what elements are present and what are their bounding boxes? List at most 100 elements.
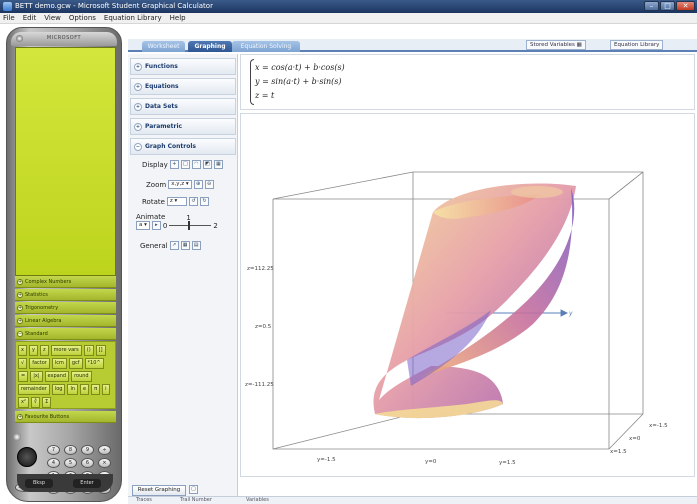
zoom-in-icon[interactable]: ⊕ [193, 180, 203, 189]
standard-key[interactable]: x [18, 345, 27, 356]
rotate-ccw-icon[interactable]: ↺ [188, 197, 198, 206]
trace-icon[interactable]: ↗ [169, 241, 179, 250]
rotate-cw-icon[interactable]: ↻ [199, 197, 209, 206]
backspace-button[interactable]: Bksp [25, 479, 53, 488]
menu-statistics[interactable]: + Statistics [15, 289, 116, 301]
slider-thumb[interactable] [188, 221, 191, 230]
axes-icon[interactable]: + [169, 160, 179, 169]
menu-options[interactable]: Options [69, 13, 96, 23]
z-label-bottom: z=-111.25 [245, 382, 274, 388]
y-label-right: y=1.5 [499, 460, 516, 466]
keypad-key[interactable]: 4 [47, 458, 60, 468]
zoom-select[interactable]: x,y,z ▾ [168, 180, 192, 189]
standard-key[interactable]: z [39, 345, 49, 356]
tab-traces[interactable]: Traces [136, 497, 152, 504]
export-icon[interactable]: ▢ [189, 485, 198, 494]
y-label-left: y=-1.5 [317, 457, 336, 463]
standard-key[interactable]: ∛ [30, 397, 41, 408]
menu-file[interactable]: File [3, 13, 15, 23]
keypad-key[interactable]: 7 [47, 445, 60, 455]
display-row: Display + □ ◠ ◩ ▦ [142, 160, 223, 169]
standard-key[interactable]: √ [18, 358, 28, 369]
rotate-select[interactable]: z ▾ [166, 197, 187, 206]
standard-key[interactable]: [] [95, 345, 106, 356]
maximize-button[interactable]: □ [660, 1, 675, 11]
surface-icon[interactable]: ◠ [191, 160, 201, 169]
tab-worksheet[interactable]: Worksheet [142, 41, 185, 52]
menu-trigonometry[interactable]: + Trigonometry [15, 302, 116, 314]
keypad-key[interactable]: 5 [64, 458, 77, 468]
graph-3d-view[interactable]: z=112.25 z=0.5 z=-111.25 y y=-1.5 y=0 y=… [240, 113, 695, 477]
color-icon[interactable]: ◩ [202, 160, 212, 169]
table-icon[interactable]: ▦ [180, 241, 190, 250]
menu-favourite-buttons[interactable]: + Favourite Buttons [15, 411, 116, 423]
rotate-row: Rotate z ▾ ↺ ↻ [142, 197, 209, 206]
section-data-sets[interactable]: + Data Sets [130, 98, 236, 115]
bottom-tab-strip: Traces Trail Number Variables [128, 496, 697, 504]
animate-slider[interactable]: 1 [169, 214, 212, 230]
standard-key[interactable]: remainder [18, 384, 50, 395]
grid-icon[interactable]: ▦ [213, 160, 223, 169]
y-axis-label: y [568, 310, 573, 317]
section-graph-controls[interactable]: − Graph Controls [130, 138, 236, 155]
keypad-key[interactable]: × [98, 458, 111, 468]
reset-graphing-tab-button[interactable]: Reset Graphing Tab [132, 485, 186, 502]
menu-edit[interactable]: Edit [23, 13, 37, 23]
tab-variables[interactable]: Variables [246, 497, 269, 504]
keypad-key[interactable]: 6 [81, 458, 94, 468]
graph-canvas[interactable]: z=112.25 z=0.5 z=-111.25 y y=-1.5 y=0 y=… [241, 114, 696, 478]
animate-variable-select[interactable]: a ▾ [136, 221, 150, 230]
settings-icon[interactable]: ▤ [191, 241, 201, 250]
menu-standard[interactable]: − Standard [15, 328, 116, 340]
standard-key[interactable]: log [51, 384, 66, 395]
standard-key[interactable]: more vars [50, 345, 82, 356]
calculator-screen [15, 47, 116, 276]
standard-key[interactable]: lcm [51, 358, 67, 369]
tab-equation-solving[interactable]: Equation Solving [232, 41, 300, 52]
direction-pad[interactable] [17, 447, 37, 467]
zoom-out-icon[interactable]: ⊖ [204, 180, 214, 189]
standard-key[interactable]: *10^ [84, 358, 104, 369]
standard-key[interactable]: gcf [68, 358, 83, 369]
x-label-mid: x=0 [629, 436, 641, 442]
keypad-key[interactable]: ÷ [98, 445, 111, 455]
enter-button[interactable]: Enter [73, 479, 101, 488]
minimize-button[interactable]: – [644, 1, 659, 11]
equation-library-button[interactable]: Equation Library [610, 40, 664, 50]
keypad-key[interactable]: 9 [81, 445, 94, 455]
standard-key[interactable]: ln [67, 384, 79, 395]
standard-key[interactable]: π [91, 384, 101, 395]
standard-key[interactable]: x² [18, 397, 29, 408]
power-icon[interactable] [13, 433, 21, 441]
standard-key[interactable]: |x| [30, 371, 43, 382]
standard-key[interactable]: y [28, 345, 38, 356]
play-icon[interactable]: ▸ [151, 221, 161, 230]
standard-key[interactable]: = [18, 371, 29, 382]
window-title: BETT demo.gcw - Microsoft Student Graphi… [15, 2, 213, 10]
keypad-key[interactable]: 8 [64, 445, 77, 455]
menu-view[interactable]: View [44, 13, 61, 23]
standard-key[interactable]: i [102, 384, 110, 395]
menu-linear-algebra[interactable]: + Linear Algebra [15, 315, 116, 327]
standard-key[interactable]: expand [44, 371, 70, 382]
standard-key[interactable]: () [83, 345, 94, 356]
box-icon[interactable]: □ [180, 160, 190, 169]
standard-key[interactable]: Σ [42, 397, 52, 408]
stored-variables-button[interactable]: Stored Variables ▦ [526, 40, 586, 50]
standard-key[interactable]: e [80, 384, 90, 395]
standard-key[interactable]: round [71, 371, 92, 382]
section-parametric[interactable]: + Parametric [130, 118, 236, 135]
tab-trail-number[interactable]: Trail Number [180, 497, 212, 504]
close-button[interactable]: ✕ [676, 1, 695, 11]
animate-min: 0 [162, 221, 168, 230]
app-icon [3, 2, 12, 11]
menu-help[interactable]: Help [170, 13, 186, 23]
tab-graphing[interactable]: Graphing [188, 41, 232, 52]
section-equations[interactable]: + Equations [130, 78, 236, 95]
zoom-row: Zoom x,y,z ▾ ⊕ ⊖ [146, 180, 214, 189]
section-functions[interactable]: + Functions [130, 58, 236, 75]
menu-complex-numbers[interactable]: + Complex Numbers [15, 276, 116, 288]
standard-key[interactable]: factor [29, 358, 50, 369]
equation-display[interactable]: x = cos(a·t) + b·cos(s) y = sin(a·t) + b… [240, 54, 695, 110]
menu-equation-library[interactable]: Equation Library [104, 13, 162, 23]
